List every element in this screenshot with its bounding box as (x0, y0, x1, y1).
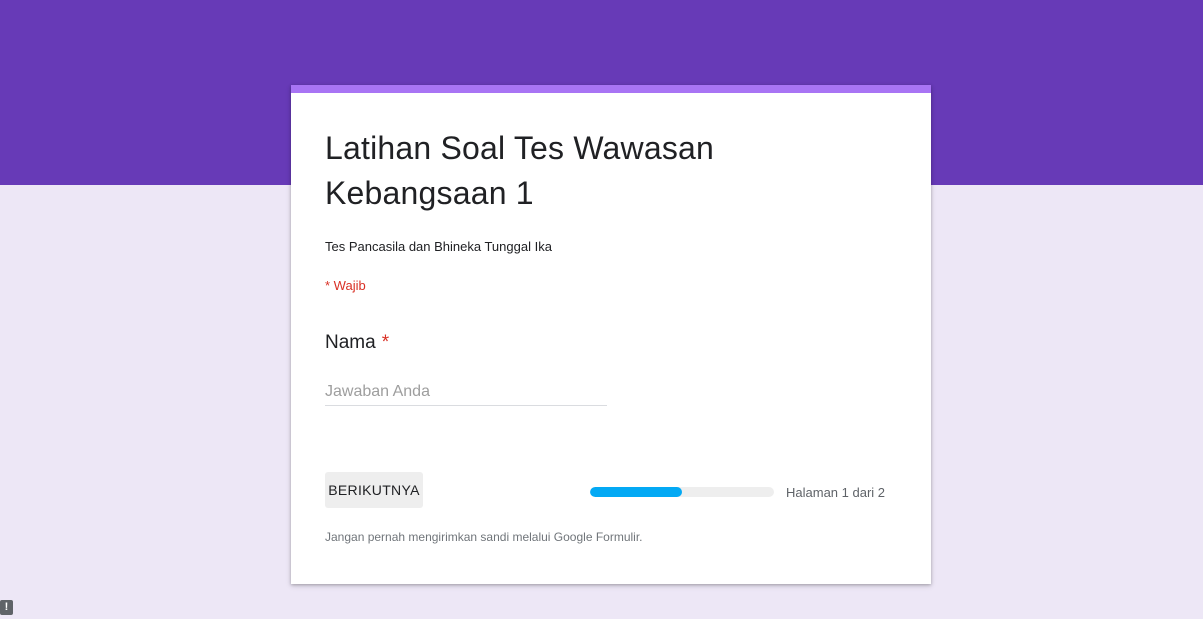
progress-bar (590, 487, 774, 497)
form-title: Latihan Soal Tes Wawasan Kebangsaan 1 (325, 130, 715, 211)
required-marker: * (381, 332, 390, 353)
progress-fill (590, 487, 682, 497)
question-title: Nama (325, 332, 376, 353)
question-label: Nama * (325, 332, 389, 354)
card-accent-bar (291, 85, 931, 93)
report-abuse-icon[interactable]: ! (0, 600, 13, 615)
form-description: Tes Pancasila dan Bhineka Tunggal Ika (325, 239, 552, 254)
footer-note: Jangan pernah mengirimkan sandi melalui … (325, 530, 643, 544)
form-card: Latihan Soal Tes Wawasan Kebangsaan 1 Te… (291, 85, 931, 584)
required-note: * Wajib (325, 278, 366, 293)
page-indicator: Halaman 1 dari 2 (786, 485, 885, 500)
answer-input[interactable] (325, 379, 607, 406)
next-button[interactable]: BERIKUTNYA (325, 472, 423, 508)
